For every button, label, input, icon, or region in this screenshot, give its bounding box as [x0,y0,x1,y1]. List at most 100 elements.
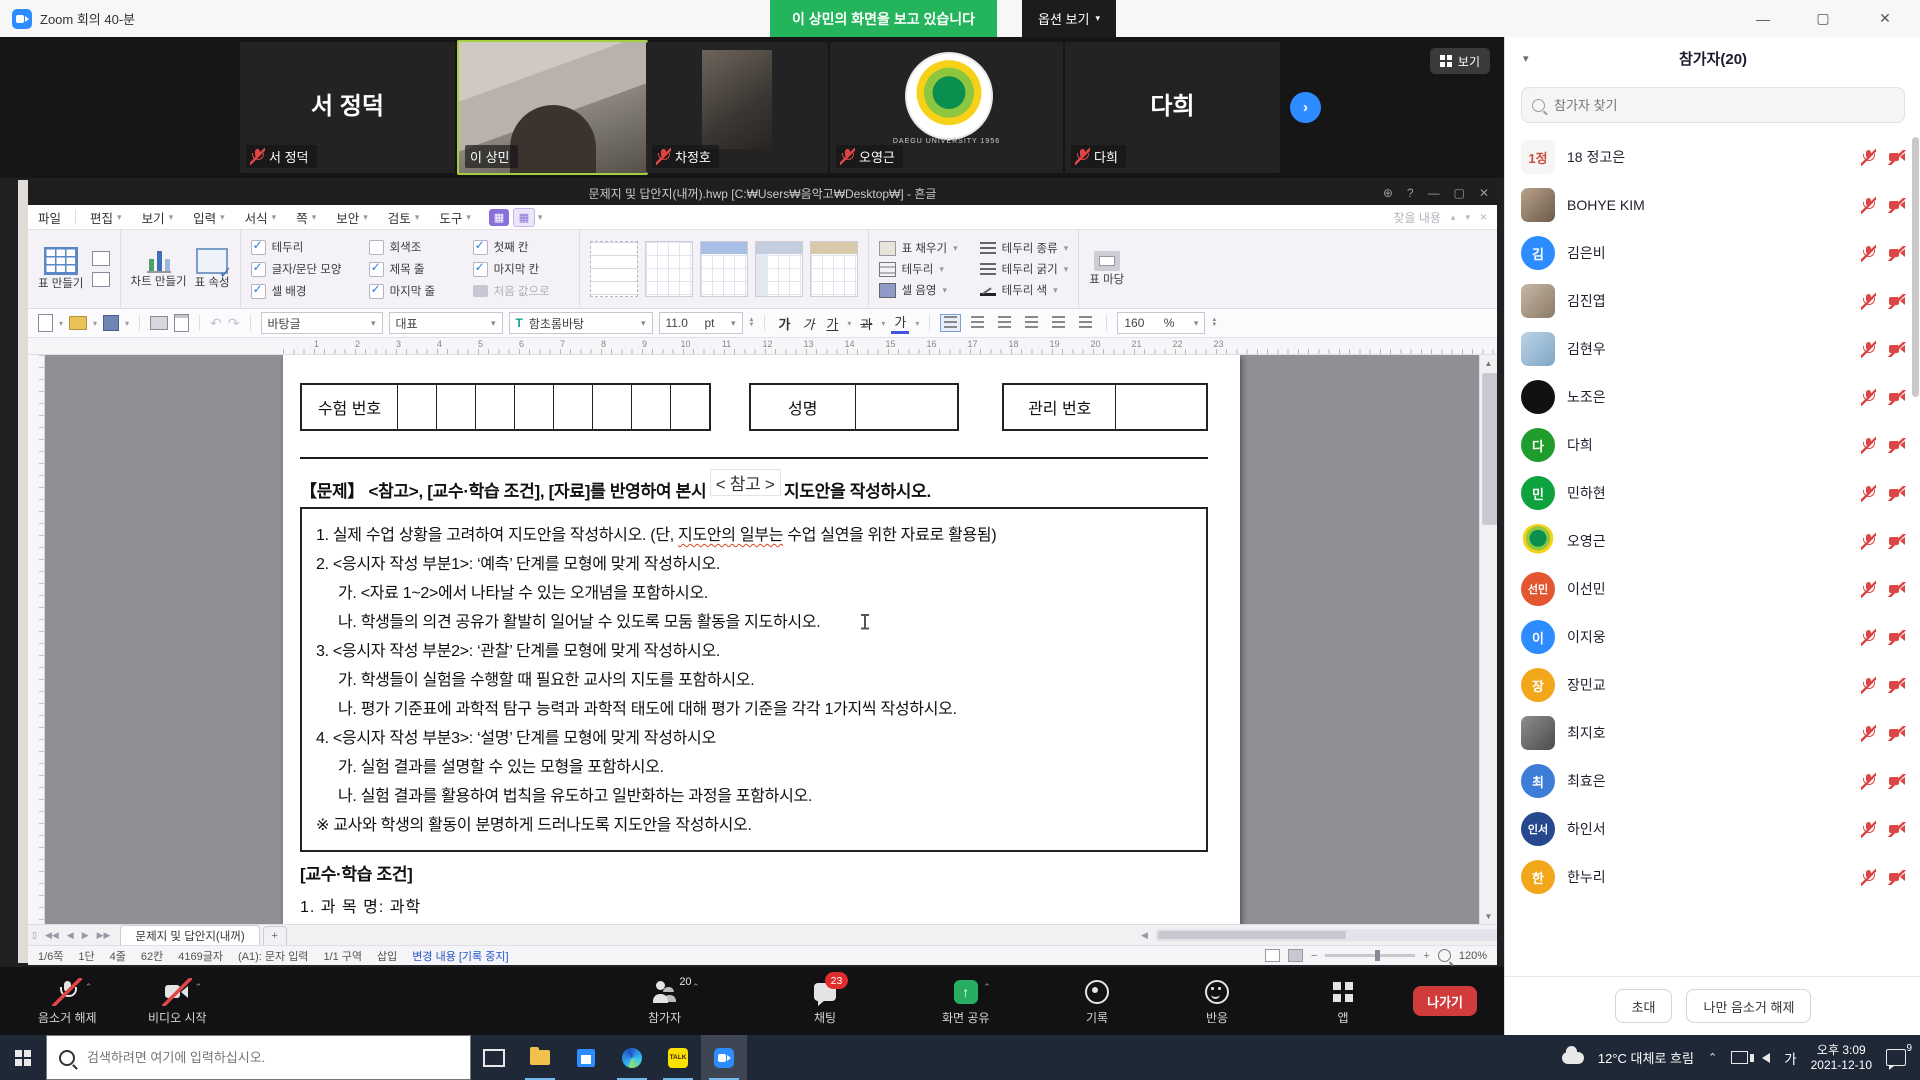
participant-row[interactable]: 다 다희 [1505,421,1920,469]
video-off-icon[interactable] [1889,439,1905,452]
display-icon[interactable] [1731,1051,1748,1064]
chevron-up-icon[interactable]: ⌃ [195,982,203,993]
video-off-icon[interactable] [1889,295,1905,308]
participant-search-input[interactable] [1552,97,1894,114]
save-icon[interactable] [103,315,119,331]
chevron-up-icon[interactable]: ⌃ [692,982,700,993]
mic-off-icon[interactable] [1862,822,1875,837]
find-bar[interactable]: 찾을 내용 ▴ ▾ × [1393,205,1487,229]
menu-security[interactable]: 보안▾ [326,208,378,227]
horizontal-scrollbar[interactable]: ◀ [1137,927,1497,943]
prev-tab-icon[interactable]: ◀ [63,930,78,941]
mic-off-icon[interactable] [1862,294,1875,309]
print-icon[interactable] [150,316,168,330]
participant-row[interactable]: 이 이지웅 [1505,613,1920,661]
checkbox-border[interactable]: 테두리 [251,239,369,255]
last-tab-icon[interactable]: ▶▶ [93,930,115,941]
strikethrough-button[interactable]: 과 [857,314,875,333]
taskbar-clock[interactable]: 오후 3:092021-12-10 [1811,1043,1872,1073]
table-style-thumbnail[interactable] [645,241,693,297]
line-spacing-spinner[interactable]: ▲▼ [1211,318,1217,328]
panel-scrollbar[interactable] [1912,133,1919,976]
participant-row[interactable]: 민 민하현 [1505,469,1920,517]
help-icon[interactable]: ? [1407,186,1414,200]
video-off-icon[interactable] [1889,583,1905,596]
menu-view[interactable]: 보기▾ [132,208,184,227]
table-style-thumbnail[interactable] [755,241,803,297]
underline-button[interactable]: 가 [823,314,841,333]
video-off-icon[interactable] [1889,823,1905,836]
participant-row[interactable]: 최 최효은 [1505,757,1920,805]
new-document-icon[interactable] [38,314,53,332]
view-mode-icon[interactable] [1265,949,1280,962]
participant-row[interactable]: 노조은 [1505,373,1920,421]
zoom-app-button[interactable] [701,1035,747,1080]
align-distribute-button[interactable] [1048,314,1069,332]
store-button[interactable] [563,1035,609,1080]
minimize-icon[interactable]: — [1428,186,1440,200]
line-spacing-input[interactable]: 160%▾ [1117,312,1205,334]
zoom-out-icon[interactable]: − [1311,950,1317,962]
draw-table-icon[interactable] [92,251,110,266]
video-off-icon[interactable] [1889,871,1905,884]
border-button[interactable]: 테두리▾ [879,261,958,277]
find-prev-icon[interactable]: ▴ [1451,212,1456,223]
bold-button[interactable]: 가 [775,314,793,333]
video-off-icon[interactable] [1889,535,1905,548]
checkbox-grayscale[interactable]: 회색조 [369,239,473,255]
italic-button[interactable]: 가 [799,314,817,333]
participant-row[interactable]: 장 장민교 [1505,661,1920,709]
participant-row[interactable]: 인서 하인서 [1505,805,1920,853]
table-style-thumbnail[interactable] [590,241,638,297]
scroll-thumb[interactable] [1158,931,1346,939]
video-off-icon[interactable] [1889,727,1905,740]
unmute-button[interactable]: ⌃ 음소거 해제 [38,978,97,1026]
close-button[interactable]: ✕ [1862,0,1908,37]
chevron-up-icon[interactable]: ⌃ [85,982,93,993]
ime-indicator[interactable]: 가 [1784,1048,1796,1068]
align-right-button[interactable] [1021,314,1042,332]
document-tab[interactable]: 문제지 및 답안지(내꺼) [120,925,259,945]
checkbox-first-column[interactable]: 첫째 칸 [473,239,569,255]
leave-meeting-button[interactable]: 나가기 [1413,986,1477,1016]
video-tile[interactable]: 차정호 [646,42,828,173]
video-tile[interactable]: 다희 다희 [1065,42,1280,173]
menu-format[interactable]: 서식▾ [235,208,287,227]
mic-off-icon[interactable] [1862,342,1875,357]
zoom-level[interactable]: 120% [1459,950,1487,962]
menu-input[interactable]: 입력▾ [183,208,235,227]
participant-row[interactable]: 김현우 [1505,325,1920,373]
menu-file[interactable]: 파일 [28,208,71,227]
size-spinner[interactable]: ▲▼ [749,318,755,328]
edge-button[interactable] [609,1035,655,1080]
mic-off-icon[interactable] [1862,774,1875,789]
mic-off-icon[interactable] [1862,486,1875,501]
video-off-icon[interactable] [1889,679,1905,692]
style-rep-select[interactable]: 대표▾ [389,312,503,334]
add-tab-button[interactable]: + [263,926,287,945]
kakaotalk-button[interactable]: TALK [655,1035,701,1080]
border-color-button[interactable]: 테두리 색▾ [980,282,1069,298]
taskbar-search[interactable] [46,1035,471,1080]
participant-row[interactable]: 오영근 [1505,517,1920,565]
table-fill-button[interactable]: 표 채우기▾ [879,240,958,256]
tray-expand-icon[interactable]: ⌃ [1708,1051,1717,1064]
align-center-button[interactable] [994,314,1015,332]
open-icon[interactable] [69,316,87,330]
video-off-icon[interactable] [1889,631,1905,644]
mic-off-icon[interactable] [1862,678,1875,693]
video-off-icon[interactable] [1889,391,1905,404]
chat-button[interactable]: 23 채팅 [812,978,838,1026]
menu-review[interactable]: 검토▾ [378,208,430,227]
checkbox-title-row[interactable]: 제목 줄 [369,261,473,277]
mic-off-icon[interactable] [1862,150,1875,165]
record-button[interactable]: 기록 [1084,978,1110,1026]
invite-button[interactable]: 초대 [1615,989,1673,1023]
preview-icon[interactable] [174,314,189,332]
speaker-icon[interactable] [1762,1053,1770,1063]
scroll-left-icon[interactable]: ◀ [1137,930,1152,941]
participant-row[interactable]: BOHYE KIM [1505,181,1920,229]
task-view-button[interactable] [471,1035,517,1080]
mic-off-icon[interactable] [1862,246,1875,261]
table-layout-icon[interactable]: ▦ [513,208,535,227]
